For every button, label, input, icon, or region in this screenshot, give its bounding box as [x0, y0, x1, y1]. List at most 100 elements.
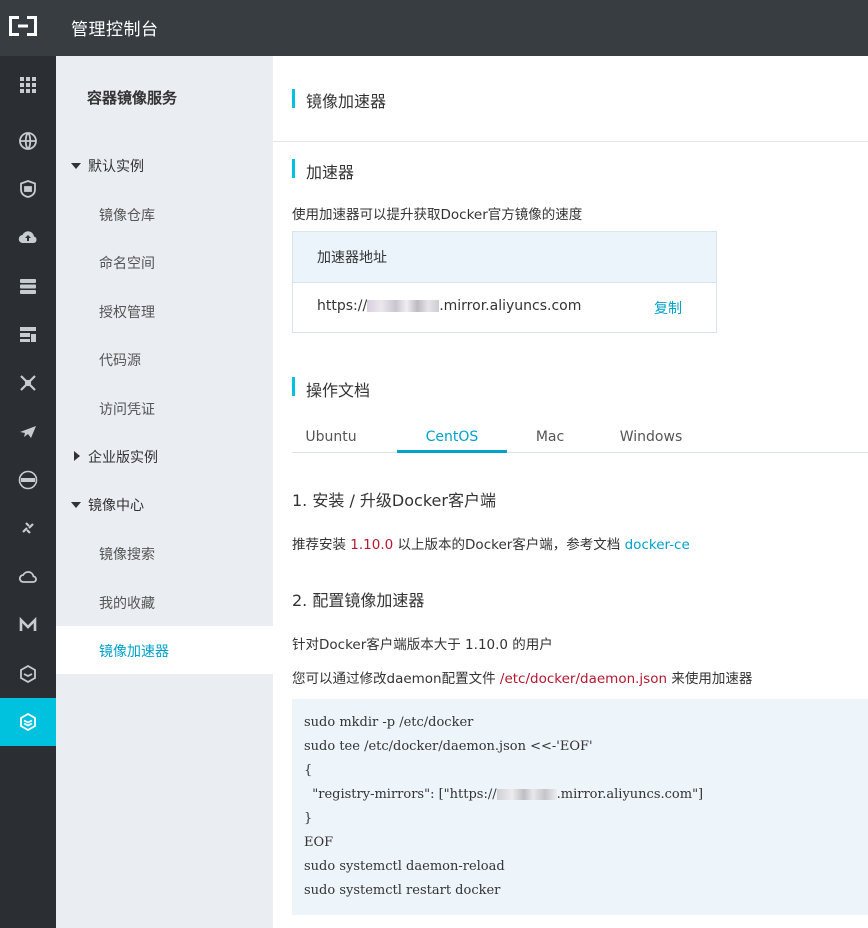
- accelerator-url: https:// .mirror.aliyuncs.com: [317, 298, 581, 314]
- address-box-header: 加速器地址: [293, 232, 716, 283]
- service-title: 容器镜像服务: [87, 89, 178, 107]
- code-line: {: [304, 763, 313, 778]
- tab-mac[interactable]: Mac: [495, 429, 605, 445]
- os-tabs: Ubuntu CentOS Mac Windows: [292, 421, 868, 453]
- section-accent-bar: [292, 159, 295, 178]
- config-path: /etc/docker/daemon.json: [499, 671, 668, 687]
- step1-text: 推荐安装 1.10.0 以上版本的Docker客户端，参考文档 docker-c…: [292, 533, 690, 553]
- console-title[interactable]: 管理控制台: [71, 15, 159, 40]
- rail-item-apps[interactable]: [0, 61, 56, 109]
- sidebar-item-label: 镜像加速器: [99, 644, 169, 660]
- globe-icon: [19, 132, 37, 150]
- sidebar-item-repositories[interactable]: 镜像仓库: [56, 190, 273, 238]
- redacted-id: [367, 300, 440, 312]
- sidebar-item-label: 访问凭证: [99, 402, 155, 418]
- step1-title: 1. 安装 / 升级Docker客户端: [292, 491, 496, 510]
- rail-item-plane[interactable]: [0, 407, 56, 455]
- aliyun-logo-icon[interactable]: [5, 12, 41, 40]
- code-line: sudo systemctl restart docker: [304, 883, 501, 898]
- title-accent-bar: [292, 89, 295, 108]
- tab-centos[interactable]: CentOS: [397, 429, 507, 445]
- step1-text-before: 推荐安装: [292, 537, 351, 553]
- dns-icon: [18, 470, 38, 490]
- page-header: 镜像加速器: [273, 56, 868, 142]
- copy-link[interactable]: 复制: [654, 298, 682, 318]
- rail-item-cloud[interactable]: [0, 553, 56, 601]
- sidebar-item-label: 镜像仓库: [99, 208, 155, 224]
- url-prefix: https://: [317, 298, 368, 314]
- sidebar-item-accelerator[interactable]: 镜像加速器: [56, 626, 273, 674]
- code-line: sudo tee /etc/docker/daemon.json <<-'EOF…: [304, 739, 593, 754]
- sidebar-item-favorites[interactable]: 我的收藏: [56, 578, 273, 626]
- sidebar-group-default-instance[interactable]: 默认实例: [56, 154, 273, 178]
- page-title: 镜像加速器: [306, 92, 387, 111]
- accelerator-address-box: 加速器地址 https:// .mirror.aliyuncs.com 复制: [292, 231, 717, 333]
- step2-line2-after: 来使用加速器: [667, 671, 753, 687]
- sidebar-item-namespaces[interactable]: 命名空间: [56, 238, 273, 286]
- sidebar-item-label: 代码源: [99, 353, 141, 369]
- step1-text-after: 以上版本的Docker客户端，参考文档: [393, 537, 625, 553]
- accelerator-section-title: 加速器: [306, 163, 355, 182]
- main-content: 镜像加速器 加速器 使用加速器可以提升获取Docker官方镜像的速度 加速器地址…: [273, 56, 868, 928]
- sidebar-item-access-credentials[interactable]: 访问凭证: [56, 384, 273, 432]
- section-accent-bar: [292, 377, 295, 396]
- code-line: EOF: [304, 835, 334, 850]
- container-registry-icon: [20, 712, 36, 732]
- docs-section-title: 操作文档: [306, 381, 371, 400]
- m-logo-icon: [19, 616, 37, 631]
- code-block[interactable]: sudo mkdir -p /etc/docker sudo tee /etc/…: [292, 699, 868, 915]
- rail-item-network[interactable]: [0, 359, 56, 407]
- step2-title: 2. 配置镜像加速器: [292, 591, 425, 610]
- docker-version: 1.10.0: [350, 537, 394, 553]
- active-tab-indicator: [397, 450, 507, 453]
- rail-item-dns[interactable]: [0, 456, 56, 504]
- database-icon: [20, 279, 36, 294]
- rail-item-server-stack[interactable]: [0, 310, 56, 358]
- cloud-upload-icon: [18, 231, 37, 244]
- address-box-header-label: 加速器地址: [317, 250, 387, 266]
- sidebar-group-label: 默认实例: [88, 159, 144, 175]
- chevron-down-icon: [71, 163, 81, 169]
- rail-item-cube[interactable]: [0, 650, 56, 698]
- server-stack-icon: [20, 327, 36, 342]
- rail-item-globe[interactable]: [0, 117, 56, 165]
- sidebar-group-label: 企业版实例: [88, 450, 158, 466]
- link-icon: [22, 522, 34, 534]
- sidebar-group-enterprise-instance[interactable]: 企业版实例: [56, 445, 273, 469]
- step2-line2-before: 您可以通过修改daemon配置文件: [292, 671, 500, 687]
- sidebar-item-code-source[interactable]: 代码源: [56, 335, 273, 383]
- top-bar: 管理控制台: [0, 0, 868, 56]
- code-line: sudo systemctl daemon-reload: [304, 859, 505, 874]
- tab-windows[interactable]: Windows: [596, 429, 706, 445]
- sidebar-group-image-center[interactable]: 镜像中心: [56, 493, 273, 517]
- product-rail: [0, 56, 56, 928]
- network-icon: [20, 375, 36, 391]
- apps-grid-icon: [20, 77, 36, 93]
- step2-line2: 您可以通过修改daemon配置文件 /etc/docker/daemon.jso…: [292, 667, 752, 687]
- accelerator-description: 使用加速器可以提升获取Docker官方镜像的速度: [292, 207, 583, 223]
- docker-ce-link[interactable]: docker-ce: [625, 537, 690, 553]
- rail-item-cloud-upload[interactable]: [0, 213, 56, 261]
- sidebar-item-label: 我的收藏: [99, 596, 155, 612]
- code-line: sudo mkdir -p /etc/docker: [304, 715, 474, 730]
- rail-item-database[interactable]: [0, 262, 56, 310]
- url-suffix: .mirror.aliyuncs.com: [439, 298, 582, 314]
- cloud-icon: [18, 571, 37, 583]
- rail-item-link[interactable]: [0, 504, 56, 552]
- sidebar-item-image-search[interactable]: 镜像搜索: [56, 529, 273, 577]
- chevron-down-icon: [71, 502, 81, 508]
- plane-icon: [20, 426, 36, 438]
- rail-item-shield[interactable]: [0, 165, 56, 213]
- code-line: "registry-mirrors": ["https:// .mirror.al…: [304, 787, 703, 802]
- cube-icon: [20, 664, 36, 684]
- rail-item-m[interactable]: [0, 601, 56, 649]
- tab-ubuntu[interactable]: Ubuntu: [276, 429, 386, 445]
- step2-line1: 针对Docker客户端版本大于 1.10.0 的用户: [292, 637, 553, 653]
- sidebar-item-label: 镜像搜索: [99, 547, 155, 563]
- rail-item-container-registry[interactable]: [0, 698, 56, 746]
- service-sidebar: 容器镜像服务 默认实例 镜像仓库 命名空间 授权管理 代码源 访问凭证 企业版实…: [56, 56, 273, 928]
- sidebar-group-label: 镜像中心: [88, 498, 144, 514]
- sidebar-item-authorization[interactable]: 授权管理: [56, 287, 273, 335]
- shield-icon: [20, 180, 36, 198]
- chevron-right-icon: [74, 451, 80, 461]
